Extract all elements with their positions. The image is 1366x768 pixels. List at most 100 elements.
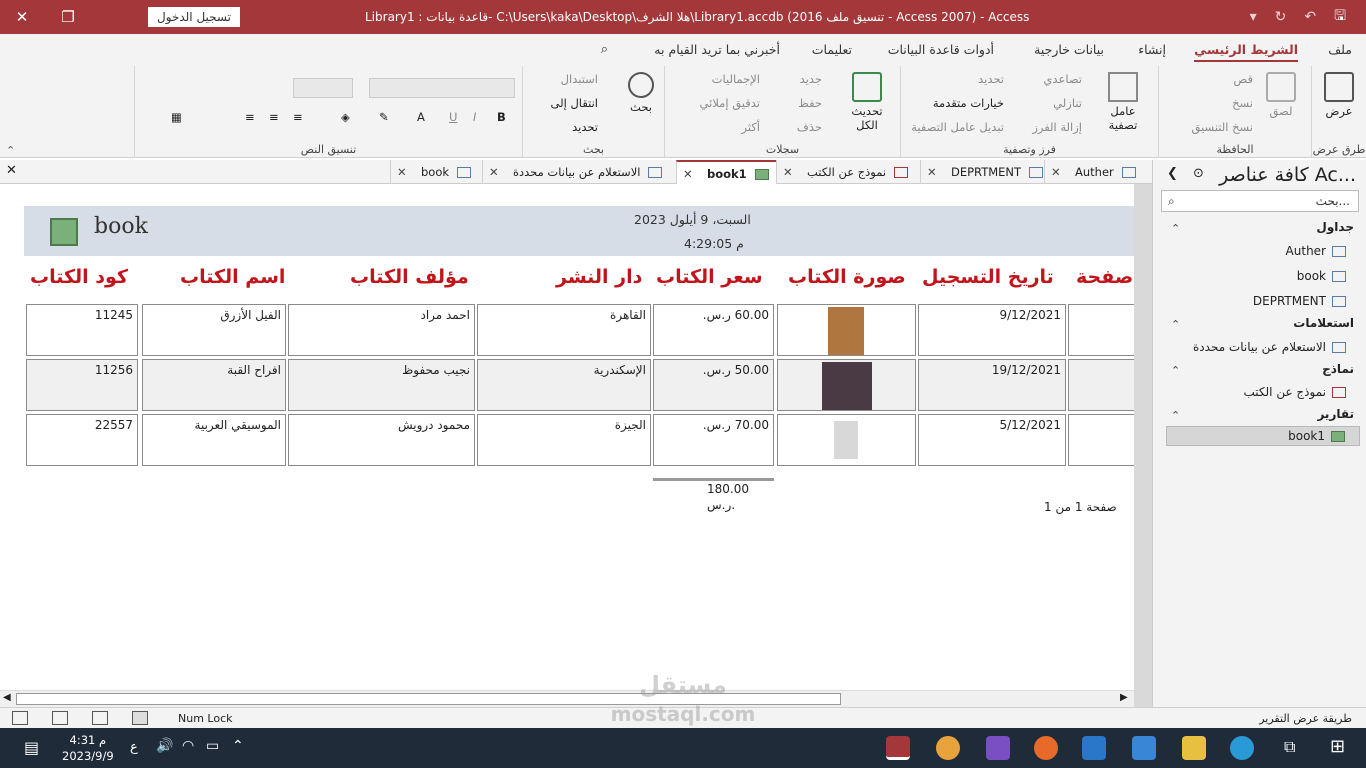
tab-external-data[interactable]: بيانات خارجية xyxy=(1034,42,1104,57)
layout-view-icon[interactable] xyxy=(52,711,68,725)
close-icon[interactable]: ✕ xyxy=(927,160,941,184)
nav-item-book[interactable]: book xyxy=(1297,269,1346,283)
view-button[interactable]: عرض xyxy=(1324,72,1354,118)
shutter-bar-icon[interactable]: ❮ xyxy=(1167,166,1178,181)
tab-file[interactable]: ملف xyxy=(1328,42,1352,57)
nav-item-book1[interactable]: book1 xyxy=(1166,426,1360,446)
show-hidden-icons[interactable]: ⌃ xyxy=(232,738,244,754)
vertical-scrollbar[interactable] xyxy=(1134,184,1152,707)
battery-icon[interactable]: ▭ xyxy=(206,738,219,754)
scroll-right-icon[interactable]: ▶ xyxy=(1120,692,1128,703)
close-icon[interactable]: ✕ xyxy=(783,160,797,184)
refresh-all-button[interactable]: تحديث الكل xyxy=(845,72,889,132)
align-center-icon[interactable]: ≡ xyxy=(269,110,279,124)
close-icon[interactable]: ✕ xyxy=(1051,160,1065,184)
nav-item-form[interactable]: نموذج عن الكتب xyxy=(1243,385,1346,399)
font-size-combo[interactable] xyxy=(369,78,515,98)
tab-query[interactable]: ✕ الاستعلام عن بيانات محددة xyxy=(482,160,676,184)
nav-pane-title[interactable]: كافة عناصر Ac... xyxy=(1219,164,1356,186)
sign-in-button[interactable]: تسجيل الدخول xyxy=(148,7,240,27)
toggle-filter-button[interactable]: تبديل عامل التصفية xyxy=(911,120,1004,134)
goto-button[interactable]: انتقال إلى xyxy=(551,96,598,110)
restore-button[interactable]: ❐ xyxy=(46,0,90,34)
nav-search-input[interactable]: ⌕ بحث... xyxy=(1161,190,1359,212)
volume-icon[interactable]: 🔊 xyxy=(156,738,173,754)
more-button[interactable]: أكثر xyxy=(742,120,761,134)
tab-database-tools[interactable]: أدوات قاعدة البيانات xyxy=(888,42,994,57)
design-view-icon[interactable] xyxy=(132,711,148,725)
format-painter-button[interactable]: نسخ التنسيق xyxy=(1192,120,1254,134)
nav-section-forms[interactable]: نماذج xyxy=(1322,362,1354,376)
save-record-button[interactable]: حفظ xyxy=(798,96,822,110)
task-view-icon[interactable]: ⧉ xyxy=(1284,737,1295,757)
start-button-icon[interactable]: ⊞ xyxy=(1330,736,1345,757)
close-icon[interactable]: ✕ xyxy=(683,162,697,186)
chrome-app-icon[interactable] xyxy=(936,736,960,760)
print-preview-icon[interactable] xyxy=(92,711,108,725)
chevron-up-icon[interactable]: ⌃ xyxy=(1171,409,1180,422)
totals-button[interactable]: الإجماليات xyxy=(712,72,760,86)
input-language[interactable]: ع xyxy=(130,740,138,755)
selection-button[interactable]: تحديد xyxy=(978,72,1004,86)
align-right-icon[interactable]: ≡ xyxy=(293,110,303,124)
save-icon[interactable]: 🖫 xyxy=(1334,5,1346,29)
nav-section-reports[interactable]: تقارير xyxy=(1317,407,1354,421)
nav-item-query[interactable]: الاستعلام عن بيانات محددة xyxy=(1193,340,1346,354)
paste-button[interactable]: لصق xyxy=(1261,72,1301,118)
ascending-button[interactable]: تصاعدي xyxy=(1043,72,1082,86)
notifications-icon[interactable]: ▤ xyxy=(24,738,39,757)
remove-sort-button[interactable]: إزالة الفرز xyxy=(1032,120,1082,134)
firefox-app-icon[interactable] xyxy=(1034,736,1058,760)
tab-book[interactable]: ✕ book xyxy=(390,160,482,184)
underline-icon[interactable]: U xyxy=(449,110,457,124)
visual-studio-app-icon[interactable] xyxy=(986,736,1010,760)
tell-me-input[interactable]: أخبرني بما تريد القيام به xyxy=(654,42,780,57)
close-icon[interactable]: ✕ xyxy=(397,160,411,184)
font-name-combo[interactable] xyxy=(293,78,353,98)
tab-create[interactable]: إنشاء xyxy=(1138,42,1166,57)
report-view-icon[interactable] xyxy=(12,711,28,725)
collapse-ribbon-icon[interactable]: ⌃ xyxy=(6,144,15,157)
mail-app-icon[interactable] xyxy=(1082,736,1106,760)
horizontal-scrollbar[interactable]: ◀ ▶ xyxy=(0,690,1134,707)
tab-deprtment[interactable]: ✕ DEPRTMENT xyxy=(920,160,1044,184)
tab-help[interactable]: تعليمات xyxy=(812,42,852,57)
font-color-icon[interactable]: A xyxy=(417,110,425,124)
advanced-filter-button[interactable]: خيارات متقدمة xyxy=(933,96,1004,110)
bold-icon[interactable]: B xyxy=(497,110,506,124)
chevron-up-icon[interactable]: ⌃ xyxy=(1171,222,1180,235)
filter-button[interactable]: عامل تصفية xyxy=(1101,72,1145,132)
nav-menu-icon[interactable]: ⊙ xyxy=(1193,166,1204,181)
select-button[interactable]: تحديد xyxy=(572,120,598,134)
scroll-left-icon[interactable]: ◀ xyxy=(3,692,11,703)
descending-button[interactable]: تنازلي xyxy=(1053,96,1082,110)
tab-form[interactable]: ✕ نموذج عن الكتب xyxy=(776,160,920,184)
nav-section-queries[interactable]: استعلامات xyxy=(1293,316,1354,330)
gridlines-icon[interactable]: ▦ xyxy=(171,110,182,124)
wifi-icon[interactable]: ◠ xyxy=(182,738,194,754)
nav-section-tables[interactable]: جداول xyxy=(1316,220,1354,234)
cut-button[interactable]: قص xyxy=(1233,72,1253,86)
edge-app-icon[interactable] xyxy=(1230,736,1254,760)
spelling-button[interactable]: تدقيق إملائي xyxy=(700,96,760,110)
access-app-icon[interactable] xyxy=(886,736,910,760)
delete-record-button[interactable]: حذف xyxy=(797,120,822,134)
new-record-button[interactable]: جديد xyxy=(800,72,822,86)
fill-color-icon[interactable]: ◈ xyxy=(341,110,350,124)
file-explorer-app-icon[interactable] xyxy=(1182,736,1206,760)
customize-qat-icon[interactable]: ▾ xyxy=(1250,9,1257,25)
find-button[interactable]: بحث xyxy=(621,72,661,114)
nav-item-auther[interactable]: Auther xyxy=(1286,244,1346,258)
highlight-icon[interactable]: ✎ xyxy=(379,110,389,124)
chevron-up-icon[interactable]: ⌃ xyxy=(1171,318,1180,331)
redo-icon[interactable]: ↻ xyxy=(1275,9,1287,25)
replace-button[interactable]: استبدال xyxy=(561,72,598,86)
align-left-icon[interactable]: ≡ xyxy=(245,110,255,124)
close-icon[interactable]: ✕ xyxy=(489,160,503,184)
taskbar-clock[interactable]: 4:31 م 2023/9/9 xyxy=(62,732,114,764)
nav-item-deprtment[interactable]: DEPRTMENT xyxy=(1253,294,1346,308)
close-button[interactable]: ✕ xyxy=(0,0,44,34)
copy-button[interactable]: نسخ xyxy=(1232,96,1253,110)
chevron-up-icon[interactable]: ⌃ xyxy=(1171,364,1180,377)
close-all-icon[interactable]: ✕ xyxy=(6,163,17,178)
